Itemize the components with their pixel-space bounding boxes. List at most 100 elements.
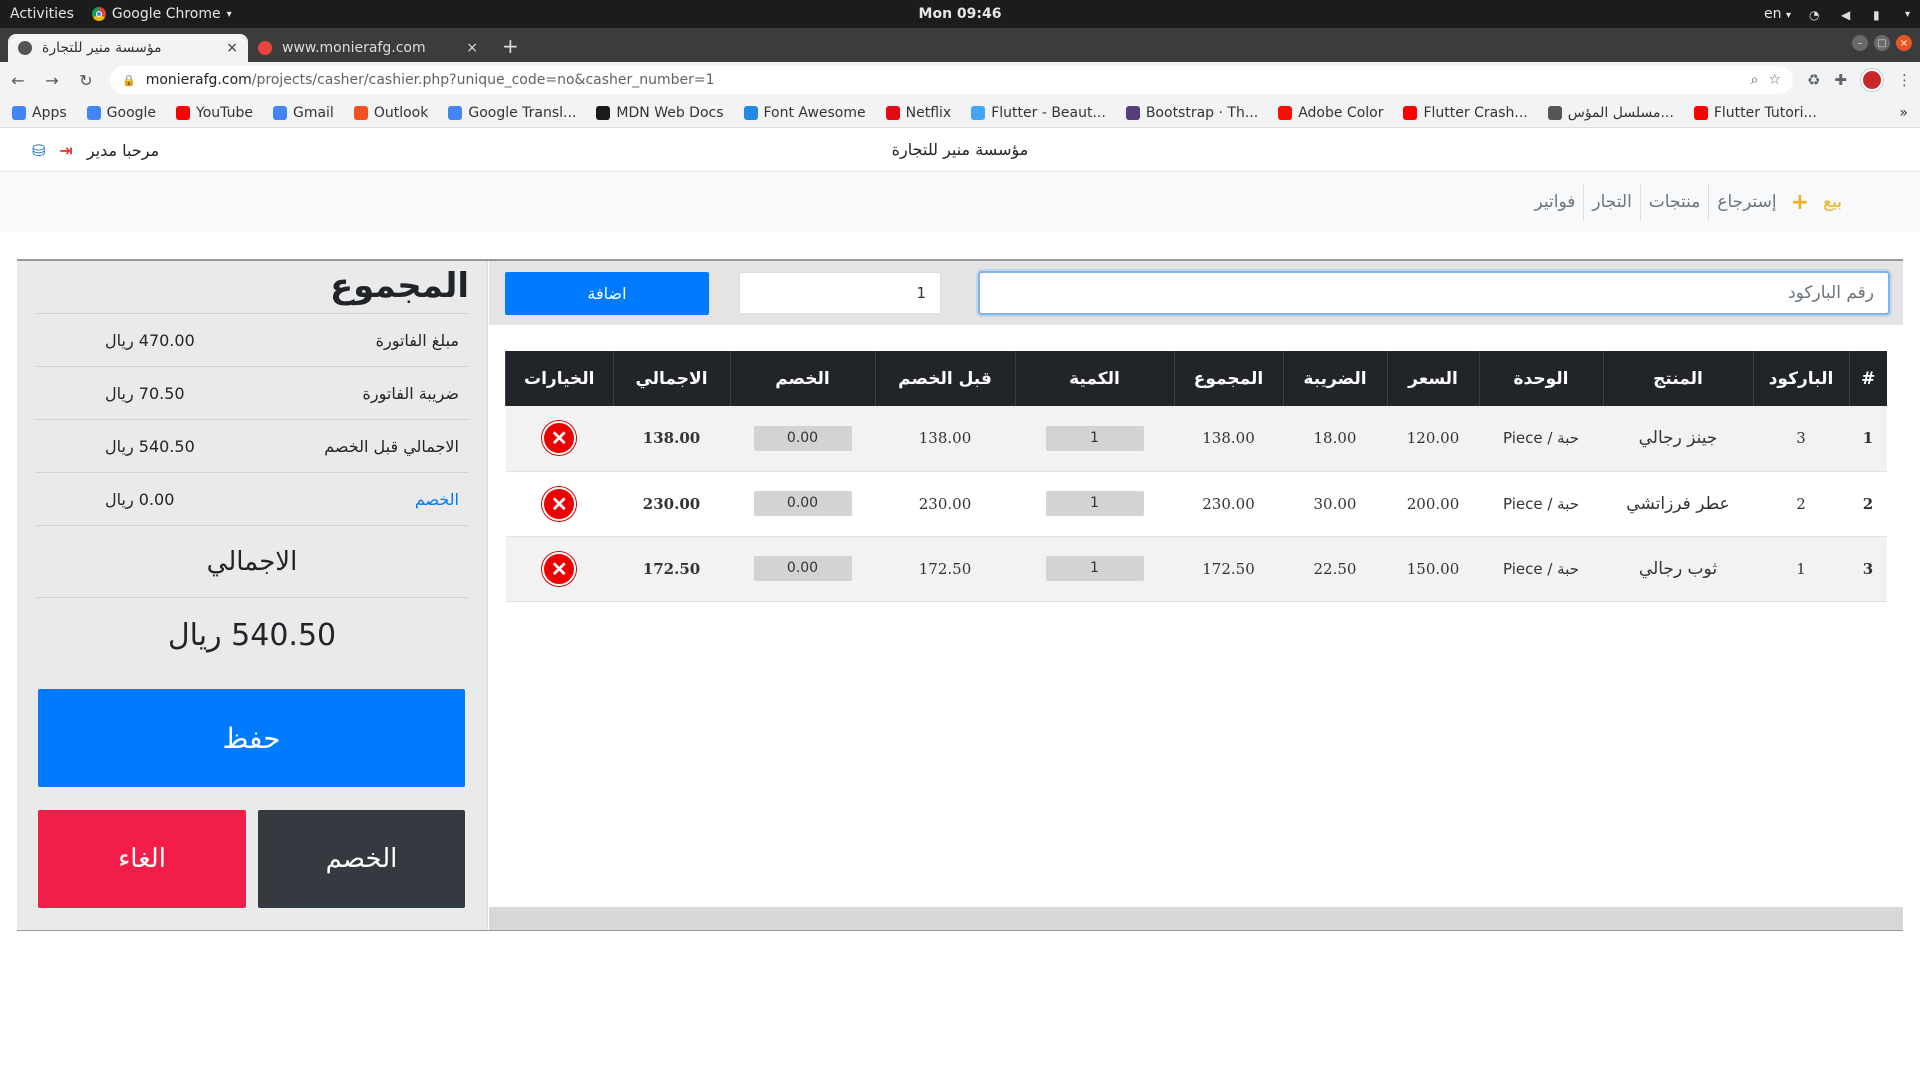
window-close-icon[interactable]: ×: [1896, 35, 1912, 51]
forward-icon[interactable]: →: [42, 71, 62, 90]
apps-grid-icon: [12, 105, 26, 120]
col-price[interactable]: السعر: [1386, 351, 1479, 406]
discount-field[interactable]: 0.00: [753, 425, 852, 451]
volume-icon[interactable]: ◀: [1841, 8, 1855, 22]
bookmark-gmail[interactable]: Gmail: [272, 105, 334, 121]
close-circle-icon[interactable]: ✕: [542, 486, 577, 521]
lock-icon[interactable]: 🔒: [122, 74, 136, 87]
bookmark-netflix[interactable]: Netflix: [885, 105, 951, 121]
nav-returns[interactable]: إسترجاع: [1708, 184, 1784, 220]
back-icon[interactable]: ←: [8, 71, 28, 90]
minimize-icon[interactable]: –: [1852, 35, 1868, 51]
bookmark-flutter-tutorial[interactable]: Flutter Tutori...: [1693, 105, 1817, 121]
close-circle-icon[interactable]: ✕: [542, 551, 577, 586]
bookmark-label: Flutter - Beaut...: [991, 104, 1106, 121]
maximize-icon[interactable]: □: [1874, 35, 1890, 51]
reload-icon[interactable]: ↻: [76, 71, 96, 90]
kebab-menu-icon[interactable]: ⋮: [1897, 71, 1912, 89]
col-options[interactable]: الخيارات: [505, 351, 613, 406]
col-unit[interactable]: الوحدة: [1478, 351, 1603, 406]
barcode-input[interactable]: [978, 271, 1890, 315]
tab-cashier[interactable]: مؤسسة منير للتجارة ×: [8, 34, 248, 62]
cancel-button[interactable]: الغاء: [38, 810, 246, 908]
bookmark-outlook[interactable]: Outlook: [353, 105, 428, 121]
summary-value: 70.50 ريال: [105, 383, 185, 403]
table-row: 1 3 جينز رجالي Piece / حبة 120.00 18.00 …: [505, 406, 1887, 471]
summary-label: مبلغ الفاتورة: [375, 330, 459, 350]
col-before-discount[interactable]: قبل الخصم: [874, 351, 1015, 406]
discount-button[interactable]: الخصم: [258, 810, 465, 908]
tab-monierafg[interactable]: www.monierafg.com ×: [248, 34, 488, 62]
col-discount[interactable]: الخصم: [729, 351, 875, 406]
bookmark-flutter-crash[interactable]: Flutter Crash...: [1403, 105, 1528, 121]
system-menu-chevron-icon[interactable]: ▾: [1905, 9, 1910, 20]
logout-icon[interactable]: ⇥: [59, 141, 72, 160]
row-barcode: 1: [1796, 559, 1806, 578]
close-circle-icon[interactable]: ✕: [542, 421, 577, 456]
zoom-icon[interactable]: ⌕: [1751, 72, 1759, 88]
bookmark-flutter[interactable]: Flutter - Beaut...: [971, 105, 1106, 121]
bookmark-google[interactable]: Google: [86, 105, 156, 121]
horizontal-scrollbar[interactable]: [489, 907, 1903, 930]
bookmark-apps[interactable]: Apps: [12, 105, 67, 121]
col-total[interactable]: الاجمالي: [612, 351, 730, 406]
nav-sell[interactable]: بيع: [1815, 184, 1850, 220]
nav-merchants[interactable]: التجار: [1583, 184, 1639, 220]
bookmark-label: مسلسل المؤس...: [1567, 104, 1674, 121]
bookmark-youtube[interactable]: YouTube: [176, 105, 253, 121]
bookmark-font-awesome[interactable]: Font Awesome: [743, 105, 866, 121]
col-index[interactable]: #: [1848, 351, 1887, 406]
quantity-input[interactable]: [739, 272, 941, 314]
more-bookmarks-icon[interactable]: »: [1899, 105, 1908, 121]
bookmark-label: Adobe Color: [1298, 104, 1384, 121]
discount-link[interactable]: الخصم: [415, 490, 459, 509]
star-icon[interactable]: ☆: [1768, 72, 1781, 88]
save-button[interactable]: حفظ: [38, 689, 465, 787]
row-unit: Piece / حبة: [1502, 494, 1580, 513]
bookmark-adobe-color[interactable]: Adobe Color: [1278, 105, 1383, 121]
row-before-discount: 230.00: [918, 494, 972, 513]
wifi-icon[interactable]: ◔: [1809, 8, 1823, 22]
table-row: 2 2 عطر فرزاتشي Piece / حبة 200.00 30.00…: [505, 471, 1887, 536]
new-tab-button[interactable]: +: [488, 34, 533, 62]
bookmark-mdn[interactable]: MDN Web Docs: [596, 105, 724, 121]
nav-products[interactable]: منتجات: [1639, 184, 1709, 220]
language-indicator[interactable]: en ▾: [1764, 6, 1791, 22]
bookmark-series[interactable]: مسلسل المؤس...: [1547, 104, 1674, 121]
quantity-field[interactable]: 1: [1045, 556, 1144, 581]
summary-row-invoice-tax: ضريبة الفاتورة 70.50 ريال: [35, 367, 469, 420]
col-product[interactable]: المنتج: [1602, 351, 1753, 406]
col-tax[interactable]: الضريبة: [1282, 351, 1387, 406]
discount-field[interactable]: 0.00: [753, 491, 852, 516]
clock[interactable]: Mon 09:46: [919, 6, 1002, 22]
discount-field[interactable]: 0.00: [753, 556, 852, 581]
quantity-field[interactable]: 1: [1045, 491, 1144, 516]
flutter-icon: [971, 105, 986, 120]
bookmark-bootstrap[interactable]: Bootstrap · Th...: [1125, 105, 1258, 121]
row-discount-cell: 0.00: [730, 406, 875, 471]
url-host: monierafg.com: [145, 72, 252, 88]
battery-icon[interactable]: ▮: [1873, 8, 1887, 22]
activities-button[interactable]: Activities: [10, 6, 74, 22]
quantity-field[interactable]: 1: [1045, 425, 1144, 451]
close-icon[interactable]: ×: [226, 40, 238, 56]
col-barcode[interactable]: الباركود: [1752, 351, 1849, 406]
sync-icon[interactable]: ♻: [1807, 71, 1820, 89]
grand-total-label: الاجمالي: [35, 528, 469, 598]
nav-invoices[interactable]: فواتير: [1527, 184, 1584, 220]
profile-avatar[interactable]: [1861, 69, 1883, 91]
plus-icon[interactable]: +: [1785, 190, 1815, 215]
address-bar[interactable]: 🔒 monierafg.com/projects/casher/cashier.…: [110, 66, 1793, 94]
add-button[interactable]: اضافة: [505, 272, 709, 315]
summary-value: 470.00 ريال: [105, 330, 195, 350]
app-menu[interactable]: Google Chrome ▾: [91, 6, 232, 22]
close-icon[interactable]: ×: [466, 40, 478, 56]
col-quantity[interactable]: الكمية: [1014, 351, 1174, 406]
row-index: 2: [1862, 494, 1874, 513]
extensions-icon[interactable]: ✚: [1834, 71, 1847, 89]
database-icon[interactable]: ⛁: [32, 141, 45, 160]
col-sum[interactable]: المجموع: [1173, 351, 1283, 406]
summary-value: 540.50 ريال: [105, 436, 195, 456]
row-options: ✕: [506, 536, 614, 601]
bookmark-google-translate[interactable]: Google Transl...: [448, 105, 576, 121]
